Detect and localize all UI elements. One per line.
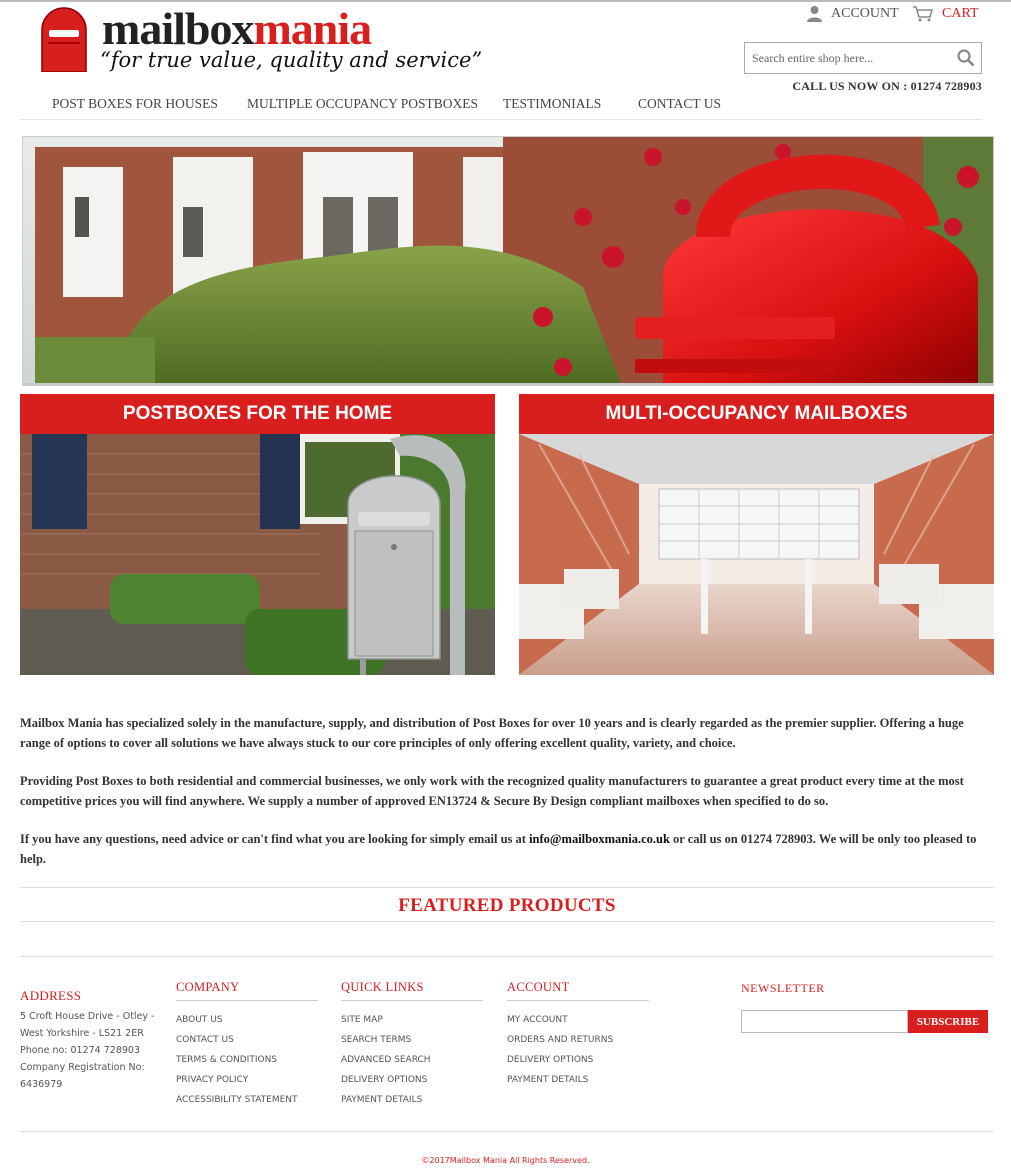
footer-address-phone: Phone no: 01274 728903 (20, 1045, 141, 1056)
brand-name-part2: mania (253, 3, 372, 54)
subscribe-button[interactable]: SUBSCRIBE (908, 1010, 988, 1033)
newsletter-email-input[interactable] (741, 1010, 908, 1033)
user-icon (807, 6, 822, 22)
footer-address: ADDRESS 5 Croft House Drive - Otley - We… (20, 980, 170, 1093)
category-title-multi: MULTI-OCCUPANCY MAILBOXES (519, 394, 994, 434)
footer-link-account-delivery-options[interactable]: DELIVERY OPTIONS (507, 1050, 649, 1070)
brand-tagline: “for true value, quality and service” (100, 48, 483, 72)
footer-link-terms[interactable]: TERMS & CONDITIONS (176, 1050, 318, 1070)
search-input[interactable] (745, 43, 945, 73)
footer-link-site-map[interactable]: SITE MAP (341, 1010, 483, 1030)
cart-link[interactable]: CART (912, 5, 979, 22)
footer-newsletter: NEWSLETTER SUBSCRIBE (741, 981, 988, 1033)
newsletter-title: NEWSLETTER (741, 981, 825, 995)
featured-products-title: FEATURED PRODUCTS (398, 895, 616, 916)
hero-banner[interactable] (22, 136, 994, 386)
footer-link-my-account[interactable]: MY ACCOUNT (507, 1010, 649, 1030)
cart-label: CART (942, 5, 979, 21)
account-link[interactable]: ACCOUNT (806, 5, 899, 22)
account-label: ACCOUNT (831, 5, 899, 21)
footer-account-title: ACCOUNT (507, 980, 649, 1001)
nav-item-testimonials[interactable]: TESTIMONIALS (503, 96, 601, 112)
footer-link-about-us[interactable]: ABOUT US (176, 1010, 318, 1030)
cart-icon (913, 6, 933, 22)
category-image-multi (519, 434, 994, 675)
intro-paragraph-3: If you have any questions, need advice o… (20, 829, 995, 869)
category-postboxes-home[interactable]: POSTBOXES FOR THE HOME (20, 394, 495, 675)
footer-address-title: ADDRESS (20, 988, 82, 1003)
intro-paragraph-2: Providing Post Boxes to both residential… (20, 774, 964, 808)
main-nav: POST BOXES FOR HOUSES MULTIPLE OCCUPANCY… (20, 90, 982, 120)
footer-link-delivery-options[interactable]: DELIVERY OPTIONS (341, 1070, 483, 1090)
footer-company: COMPANY ABOUT US CONTACT US TERMS & COND… (176, 980, 318, 1110)
nav-item-contact-us[interactable]: CONTACT US (638, 96, 721, 112)
featured-products-header: FEATURED PRODUCTS (20, 887, 994, 922)
footer-address-registration: Company Registration No: 6436979 (20, 1062, 145, 1090)
footer-account: ACCOUNT MY ACCOUNT ORDERS AND RETURNS DE… (507, 980, 649, 1090)
hero-image (23, 137, 993, 385)
footer-address-street: 5 Croft House Drive - Otley - West Yorks… (20, 1011, 155, 1039)
site-logo[interactable]: mailboxmania “for true value, quality an… (38, 3, 482, 76)
search-icon[interactable] (957, 49, 975, 67)
footer-top-divider (20, 956, 994, 957)
category-image-home (20, 434, 495, 675)
copyright-text: ©2017Mailbox Mania All Rights Reserved. (421, 1156, 590, 1165)
footer-link-orders-returns[interactable]: ORDERS AND RETURNS (507, 1030, 649, 1050)
footer-link-accessibility[interactable]: ACCESSIBILITY STATEMENT (176, 1090, 318, 1110)
intro-text: Mailbox Mania has specialized solely in … (20, 713, 995, 887)
intro-p3-text-before: If you have any questions, need advice o… (20, 832, 530, 846)
category-title-home: POSTBOXES FOR THE HOME (20, 394, 495, 434)
footer-company-title: COMPANY (176, 980, 318, 1001)
category-multi-occupancy[interactable]: MULTI-OCCUPANCY MAILBOXES (519, 394, 994, 675)
search-box (744, 42, 982, 74)
footer-quick-links-title: QUICK LINKS (341, 980, 483, 1001)
footer-quick-links: QUICK LINKS SITE MAP SEARCH TERMS ADVANC… (341, 980, 483, 1110)
footer-bottom-divider (20, 1131, 994, 1132)
footer-link-contact-us[interactable]: CONTACT US (176, 1030, 318, 1050)
footer-link-advanced-search[interactable]: ADVANCED SEARCH (341, 1050, 483, 1070)
nav-item-post-boxes-for-houses[interactable]: POST BOXES FOR HOUSES (52, 96, 218, 112)
brand-name-part1: mailbox (102, 3, 254, 54)
intro-paragraph-1: Mailbox Mania has specialized solely in … (20, 716, 964, 750)
mailbox-logo-icon (41, 7, 87, 72)
footer-link-search-terms[interactable]: SEARCH TERMS (341, 1030, 483, 1050)
footer-link-account-payment-details[interactable]: PAYMENT DETAILS (507, 1070, 649, 1090)
contact-email-link[interactable]: info@mailboxmania.co.uk (529, 832, 670, 846)
footer-link-privacy[interactable]: PRIVACY POLICY (176, 1070, 318, 1090)
nav-item-multiple-occupancy-postboxes[interactable]: MULTIPLE OCCUPANCY POSTBOXES (247, 96, 478, 112)
footer-link-payment-details[interactable]: PAYMENT DETAILS (341, 1090, 483, 1110)
